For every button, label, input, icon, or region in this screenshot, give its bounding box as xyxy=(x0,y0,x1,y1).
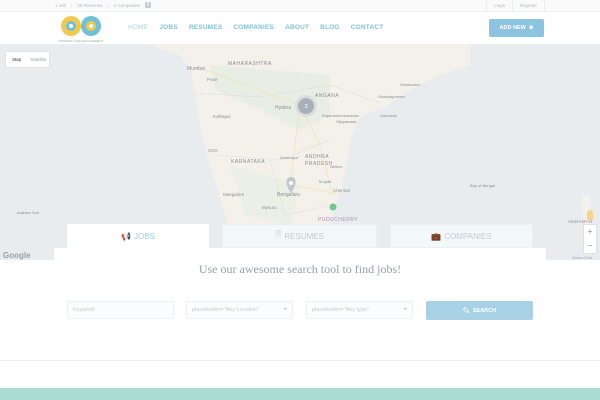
nav-jobs[interactable]: JOBS xyxy=(159,24,178,31)
footer-band xyxy=(0,388,600,400)
resumes-count[interactable]: 38 Resumes xyxy=(77,3,102,8)
map-label-tirupati: Tirupati xyxy=(318,179,331,184)
search-button-label: SEARCH xyxy=(472,307,497,314)
map-label-nellore: Nellore xyxy=(330,164,343,169)
map-label-mysuru: Mysuru xyxy=(262,205,277,210)
map-location-dot[interactable] xyxy=(329,203,337,211)
search-headline: Use our awesome search tool to find jobs… xyxy=(198,262,402,276)
nav-resumes[interactable]: RESUMES xyxy=(189,24,223,31)
tab-resumes[interactable]: 🗎 RESUMES xyxy=(222,224,377,248)
zoom-in-icon[interactable]: + xyxy=(584,225,596,239)
tab-jobs[interactable]: 📢 JOBS xyxy=(67,224,209,248)
type-select-value: placeholder="Any type" xyxy=(312,307,369,313)
register-link[interactable]: Register xyxy=(512,0,545,12)
zoom-control: + − xyxy=(583,224,597,254)
tab-jobs-label: JOBS xyxy=(134,231,155,241)
nav-home[interactable]: HOME xyxy=(128,24,148,31)
tab-companies-label: COMPANIES xyxy=(444,231,492,241)
map-label-chennai: Chennai xyxy=(333,188,350,193)
nav-blog[interactable]: BLOG xyxy=(320,24,340,31)
pegman-icon[interactable] xyxy=(587,210,593,220)
document-icon: 🗎 xyxy=(275,230,282,239)
map-label-anantapur: Anantapur xyxy=(280,155,299,160)
map-label-rajamahendravaram: Rajamahendravaram xyxy=(322,113,360,118)
map-type-control: Map Satellite xyxy=(5,51,50,68)
map-type-satellite[interactable]: Satellite xyxy=(28,52,50,67)
search-tabs: 📢 JOBS 🗎 RESUMES 💼 COMPANIES xyxy=(67,224,533,248)
map-label-arabian-sea: Arabian Sea xyxy=(17,210,40,215)
jobs-count[interactable]: 1 Job xyxy=(55,3,66,8)
nav-contact[interactable]: CONTACT xyxy=(351,24,384,31)
search-panel: Use our awesome search tool to find jobs… xyxy=(54,248,546,334)
keyword-input[interactable]: Keyword xyxy=(67,301,174,319)
companies-count[interactable]: 2 Companies xyxy=(114,3,141,8)
megaphone-icon: 📢 xyxy=(121,231,132,241)
map-label-puducherry: PUDUCHERRY xyxy=(318,217,358,223)
site-logo[interactable]: DIVERSITY AND ENGAGEMENT xyxy=(57,14,107,44)
map-label-pune: Pune xyxy=(207,77,218,82)
site-stats: 1 Job | 38 Resumes | 2 Companies f xyxy=(55,2,152,8)
section-divider xyxy=(0,360,600,361)
search-icon: 🔍︎ xyxy=(462,307,470,314)
chevron-down-icon: ▸ xyxy=(404,306,407,312)
map-label-bay-of-bengal: Bay of Bengal xyxy=(470,183,495,188)
chevron-down-icon: ▸ xyxy=(284,306,287,312)
add-new-label: ADD NEW xyxy=(499,25,526,31)
map-label-andhra: ANDHRA xyxy=(305,154,329,160)
google-logo[interactable]: Google xyxy=(3,251,31,260)
map-label-karnataka: KARNATAKA xyxy=(231,159,265,165)
nav-about[interactable]: ABOUT xyxy=(285,24,309,31)
main-nav: HOME JOBS RESUMES COMPANIES ABOUT BLOG C… xyxy=(128,24,383,31)
location-select-value: placeholder="Any Location" xyxy=(192,307,260,313)
map-label-srikakulam: Srikakulam xyxy=(400,82,420,87)
map-label-mangalore: Mangalore xyxy=(223,192,245,197)
plus-circle-icon: ⊕ xyxy=(528,25,534,31)
search-button[interactable]: 🔍︎ SEARCH xyxy=(426,301,533,320)
map-label-visakhapatnam: Visakhapatnam xyxy=(378,94,406,99)
auth-links: Login Register xyxy=(486,0,545,12)
logo-text: DIVERSITY AND ENGAGEMENT xyxy=(59,39,104,43)
nav-companies[interactable]: COMPANIES xyxy=(233,24,274,31)
login-link[interactable]: Login xyxy=(486,0,512,12)
map-label-pradesh: PRADESH xyxy=(305,161,333,167)
tab-resumes-label: RESUMES xyxy=(284,231,324,241)
type-select[interactable]: placeholder="Any type" ▸ xyxy=(306,301,413,319)
top-bar: 1 Job | 38 Resumes | 2 Companies f Login… xyxy=(0,0,600,12)
map-cluster-marker[interactable]: 3 xyxy=(295,95,317,117)
briefcase-icon: 💼 xyxy=(431,231,442,241)
map-label-kakinada: Kakinada xyxy=(380,113,397,118)
facebook-icon[interactable]: f xyxy=(145,2,152,8)
map-label-mumbai: Mumbai xyxy=(187,66,205,72)
map-label-bengaluru: Bengaluru xyxy=(277,192,300,198)
map-label-goa: GOA xyxy=(208,148,218,153)
tab-companies[interactable]: 💼 COMPANIES xyxy=(390,224,533,248)
zoom-out-icon[interactable]: − xyxy=(584,239,596,253)
map-label-kolhapur: Kolhapur xyxy=(213,114,232,119)
map-label-vijayawada: Vijayawada xyxy=(336,119,357,124)
location-select[interactable]: placeholder="Any Location" ▸ xyxy=(186,301,293,319)
map-type-map[interactable]: Map xyxy=(6,52,28,67)
cluster-count: 3 xyxy=(304,104,307,110)
map-label-maharashtra: MAHARASHTRA xyxy=(228,61,272,67)
keyword-placeholder: Keyword xyxy=(73,307,95,313)
map-label-hyderabad: Hydera xyxy=(275,105,291,111)
map-label-angana: ANGANA xyxy=(315,93,339,99)
map-terms-link[interactable]: Terms of Use xyxy=(572,256,593,260)
add-new-button[interactable]: ADD NEW ⊕ xyxy=(489,19,544,37)
